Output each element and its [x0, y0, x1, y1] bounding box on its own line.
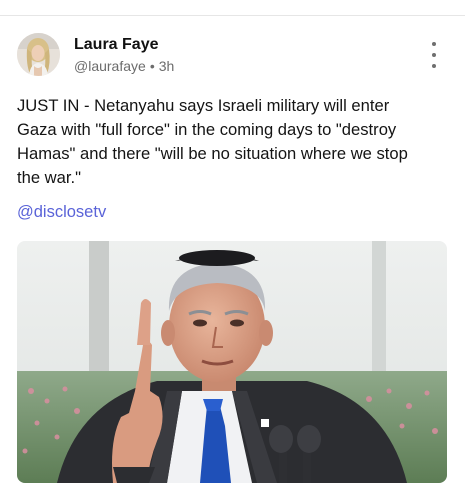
- post-text-line: JUST IN - Netanyahu says Israeli militar…: [17, 96, 390, 115]
- post-meta: @laurafaye • 3h: [74, 58, 174, 74]
- post-time: 3h: [158, 58, 175, 74]
- mention-link[interactable]: @disclosetv: [17, 203, 106, 222]
- post-text-line: the war.": [17, 168, 82, 187]
- more-vertical-icon-dot: [432, 53, 436, 57]
- more-options-button[interactable]: [424, 42, 444, 68]
- top-divider: [0, 15, 465, 16]
- avatar-image: [17, 33, 60, 76]
- post-image[interactable]: [17, 241, 447, 483]
- avatar[interactable]: [17, 33, 60, 76]
- more-vertical-icon: [432, 42, 436, 46]
- post-text-line: Gaza with "full force" in the coming day…: [17, 120, 397, 139]
- more-vertical-icon-dot: [432, 64, 436, 68]
- post-text: JUST IN - Netanyahu says Israeli militar…: [17, 94, 452, 190]
- author-name[interactable]: Laura Faye: [74, 36, 158, 54]
- meta-separator: •: [149, 58, 155, 74]
- post-photo: [17, 241, 447, 483]
- author-handle[interactable]: @laurafaye: [74, 58, 146, 74]
- post-text-line: Hamas" and there "will be no situation w…: [17, 144, 408, 163]
